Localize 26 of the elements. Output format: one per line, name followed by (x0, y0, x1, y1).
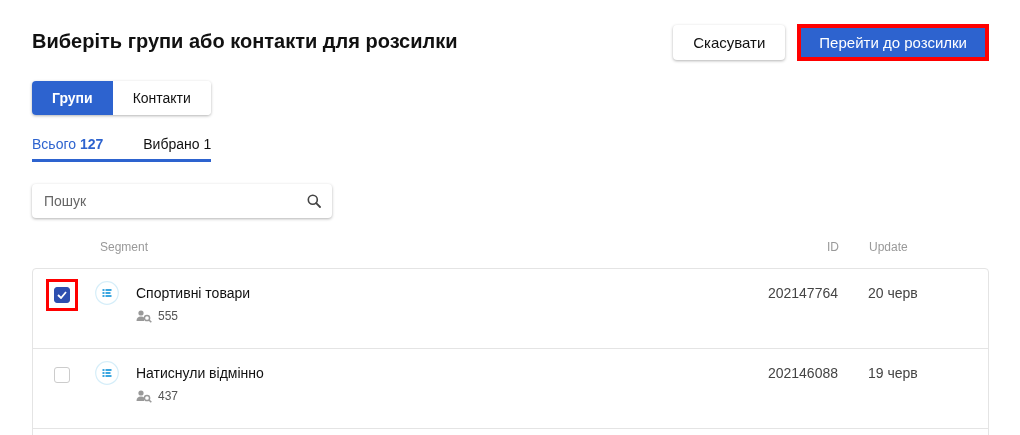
list-icon (95, 281, 119, 305)
column-header: ID (826, 240, 839, 254)
contact-search-icon (136, 389, 152, 403)
column-header: Segment (100, 240, 150, 254)
cancel-button[interactable]: Скасувати (673, 24, 786, 60)
go-to-mailing-button[interactable]: Перейти до розсилки (801, 27, 985, 57)
table-cell-text: 20 черв (868, 284, 919, 301)
table-cell-text: 19 черв (868, 364, 919, 381)
segment-name: Спортивні товари (136, 285, 252, 301)
contact-search-icon (136, 309, 152, 323)
segment-name: Натиснули відмінно (136, 365, 265, 381)
contact-count: 437 (158, 389, 179, 403)
contact-count: 555 (158, 309, 179, 323)
count-tab[interactable]: Вибрано 1 (123, 136, 212, 162)
list-icon (95, 361, 119, 385)
view-tab[interactable]: Групи (32, 81, 113, 115)
table-cell-text: 202146088 (766, 364, 838, 381)
search-field[interactable]: Пошук (32, 184, 332, 218)
checkbox[interactable] (54, 287, 70, 303)
view-tab[interactable]: Контакти (112, 81, 211, 115)
table-cell-text: 202147764 (766, 284, 838, 301)
page-title: Виберіть групи або контакти для розсилки (32, 30, 458, 53)
search-icon (307, 194, 321, 208)
count-tab[interactable]: Всього 127 (32, 136, 124, 162)
check-icon (57, 291, 67, 299)
column-header: Update (869, 240, 909, 254)
